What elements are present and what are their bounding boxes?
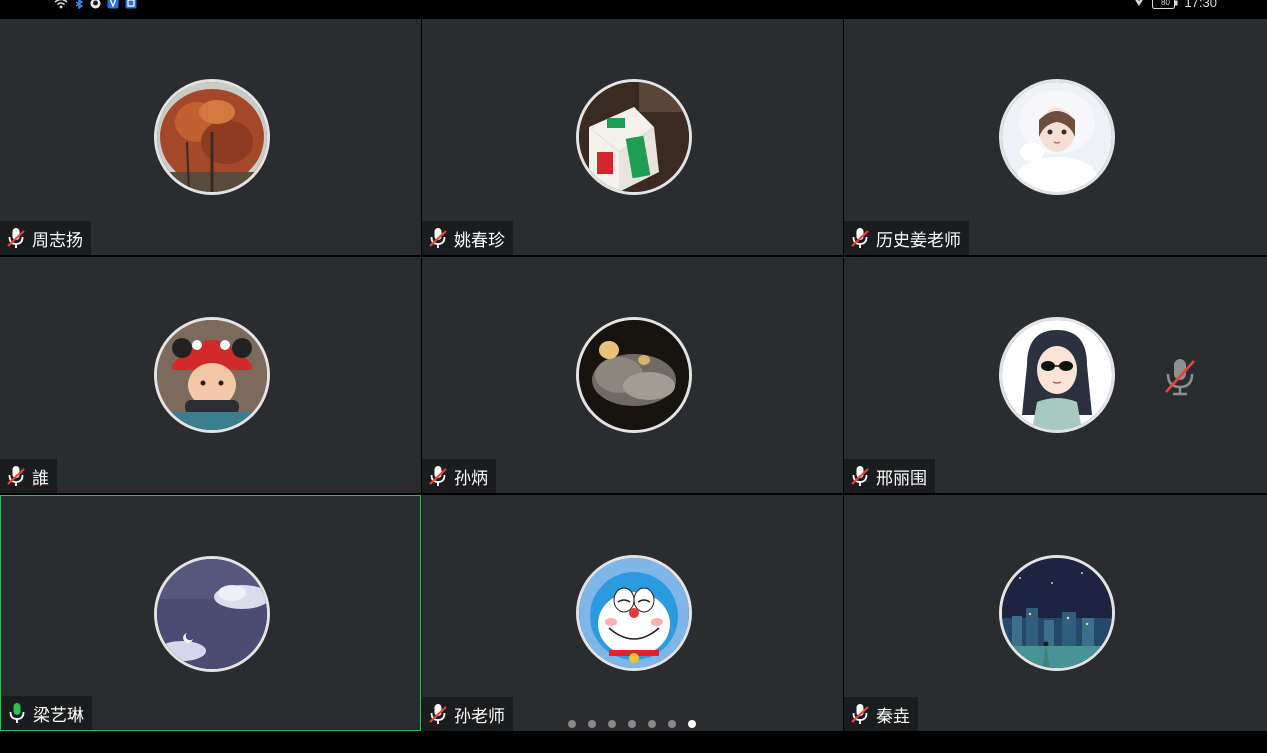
page-dot[interactable] [608, 720, 616, 728]
participant-name: 誰 [32, 468, 49, 488]
participant-tile[interactable]: 历史姜老师 [844, 19, 1267, 255]
participant-avatar [153, 317, 270, 433]
participant-name: 孙老师 [454, 706, 505, 726]
participant-avatar [998, 79, 1115, 195]
participant-tile-active[interactable]: 梁艺琳 [0, 495, 421, 731]
wifi-icon [54, 0, 68, 14]
participant-name: 姚春珍 [454, 230, 505, 250]
mic-muted-icon[interactable] [850, 465, 870, 487]
page-dot[interactable] [668, 720, 676, 728]
page-dot[interactable] [628, 720, 636, 728]
participant-name-bar: 周志扬 [0, 221, 91, 255]
participant-tile[interactable]: 誰 [0, 257, 421, 493]
mic-speaking-icon[interactable] [7, 702, 27, 724]
notification-app-icon [125, 0, 137, 14]
participant-tile[interactable]: 姚春珍 [422, 19, 843, 255]
clock: 17:30 [1184, 0, 1217, 10]
shield-app-icon [107, 0, 119, 14]
page-dot-current[interactable] [688, 720, 696, 728]
participant-avatar [153, 79, 270, 195]
participant-tile[interactable]: 秦垚 [844, 495, 1267, 731]
participant-name-bar: 孙老师 [422, 697, 513, 731]
participant-name-bar: 秦垚 [844, 697, 918, 731]
participant-name-bar: 孙炳 [422, 459, 496, 493]
participant-name: 梁艺琳 [33, 705, 84, 725]
participant-tile[interactable]: 邢丽围 [844, 257, 1267, 493]
participant-name-bar: 梁艺琳 [1, 696, 92, 730]
bluetooth-icon [74, 0, 84, 14]
mic-muted-icon[interactable] [6, 227, 26, 249]
participant-name-bar: 历史姜老师 [844, 221, 969, 255]
location-icon [1134, 0, 1144, 10]
battery-level: 80 [1161, 0, 1170, 7]
bottom-bar [0, 731, 1267, 753]
participant-name-bar: 姚春珍 [422, 221, 513, 255]
mic-muted-icon[interactable] [850, 227, 870, 249]
participant-tile[interactable]: 孙老师 [422, 495, 843, 731]
page-dot[interactable] [568, 720, 576, 728]
participant-grid: 周志扬 姚春珍 历史姜老师 誰 孙炳 邢丽围 梁艺琳 孙老师 秦垚 [0, 19, 1267, 731]
participant-name: 孙炳 [454, 468, 488, 488]
participant-avatar [575, 79, 692, 195]
participant-tile[interactable]: 周志扬 [0, 19, 421, 255]
status-right: 80 17:30 [1134, 0, 1217, 10]
status-bar: 80 17:30 [0, 0, 1267, 14]
page-dot[interactable] [648, 720, 656, 728]
participant-avatar [998, 555, 1115, 671]
participant-name-bar: 邢丽围 [844, 459, 935, 493]
participant-name: 周志扬 [32, 230, 83, 250]
participant-avatar [998, 317, 1115, 433]
mic-muted-icon[interactable] [850, 703, 870, 725]
mic-muted-icon[interactable] [428, 227, 448, 249]
mic-muted-icon[interactable] [428, 703, 448, 725]
participant-avatar [153, 556, 270, 672]
mic-muted-icon[interactable] [6, 465, 26, 487]
page-indicator[interactable] [568, 720, 696, 728]
status-left-icons [54, 0, 137, 14]
participant-avatar [575, 555, 692, 671]
participant-name: 秦垚 [876, 706, 910, 726]
participant-avatar [575, 317, 692, 433]
participant-name: 邢丽围 [876, 468, 927, 488]
participant-tile[interactable]: 孙炳 [422, 257, 843, 493]
participant-name: 历史姜老师 [876, 230, 961, 250]
page-dot[interactable] [588, 720, 596, 728]
mic-muted-icon[interactable] [428, 465, 448, 487]
app-icon [90, 0, 101, 14]
participant-name-bar: 誰 [0, 459, 57, 493]
mic-muted-icon [1165, 359, 1195, 396]
